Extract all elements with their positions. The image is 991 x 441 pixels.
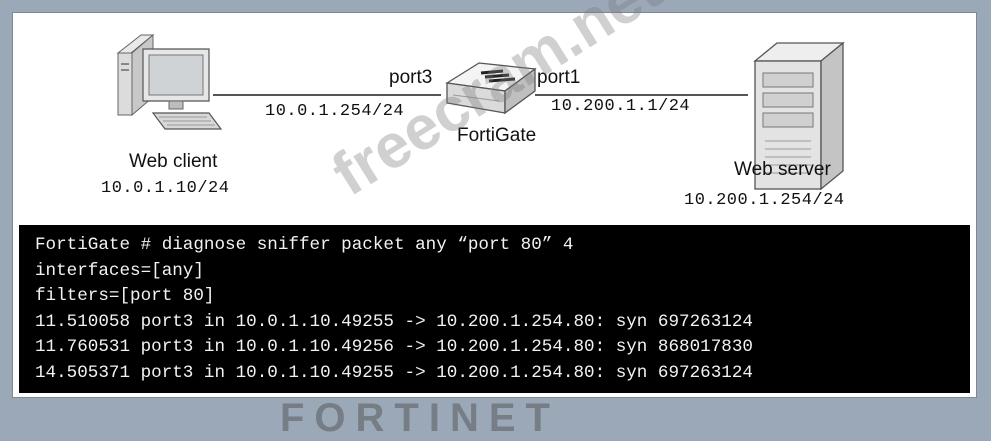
- fortigate-port-left-ip: 10.0.1.254/24: [265, 102, 405, 121]
- web-client-computer-icon: [116, 33, 223, 130]
- web-client-ip: 10.0.1.10/24: [101, 179, 230, 198]
- fortigate-port-right-ip: 10.200.1.1/24: [551, 97, 691, 116]
- fortigate-appliance-icon: [445, 62, 537, 115]
- terminal-line: 11.510058 port3 in 10.0.1.10.49255 -> 10…: [35, 311, 753, 332]
- fortigate-name: FortiGate: [457, 125, 537, 146]
- fortigate-port-right: port1: [537, 67, 581, 88]
- terminal-line: 11.760531 port3 in 10.0.1.10.49256 -> 10…: [35, 337, 753, 357]
- fortinet-logo: FORTINET: [280, 396, 560, 440]
- terminal-line: filters=[port 80]: [35, 286, 215, 306]
- terminal-line: interfaces=[any]: [35, 260, 204, 281]
- web-server-ip: 10.200.1.254/24: [684, 191, 845, 210]
- exhibit-frame: Web client 10.0.1.10/24 port3 10.0.1.254…: [12, 12, 977, 398]
- network-diagram: Web client 10.0.1.10/24 port3 10.0.1.254…: [13, 13, 976, 226]
- web-client-name: Web client: [129, 151, 218, 172]
- web-server-name: Web server: [734, 159, 831, 180]
- sniffer-terminal: FortiGate # diagnose sniffer packet any …: [19, 225, 970, 393]
- terminal-line: FortiGate # diagnose sniffer packet any …: [35, 235, 574, 255]
- terminal-line: 14.505371 port3 in 10.0.1.10.49255 -> 10…: [35, 362, 753, 383]
- fortigate-port-left: port3: [389, 67, 433, 88]
